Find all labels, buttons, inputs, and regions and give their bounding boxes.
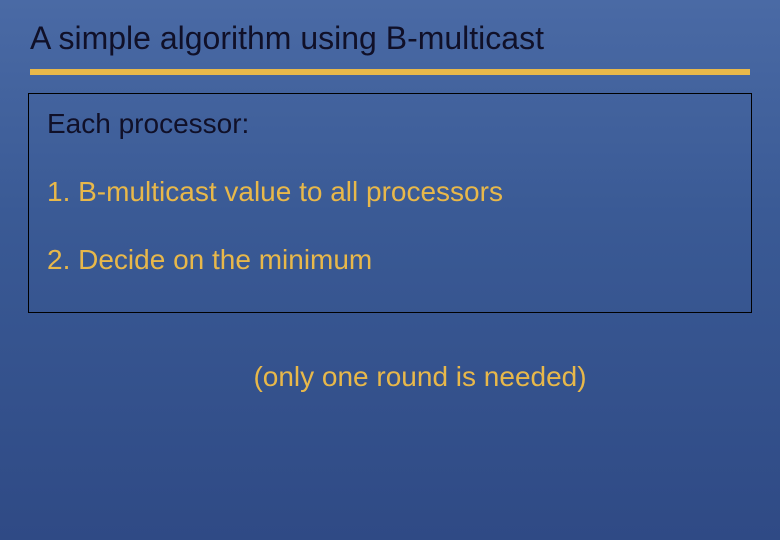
intro-text: Each processor:: [47, 108, 733, 140]
step-1: 1. B-multicast value to all processors: [47, 176, 733, 208]
note-text: (only one round is needed): [0, 361, 780, 393]
slide-title: A simple algorithm using B-multicast: [0, 0, 780, 69]
step-2: 2. Decide on the minimum: [47, 244, 733, 276]
algorithm-box: Each processor: 1. B-multicast value to …: [28, 93, 752, 313]
title-underline: [30, 69, 750, 75]
